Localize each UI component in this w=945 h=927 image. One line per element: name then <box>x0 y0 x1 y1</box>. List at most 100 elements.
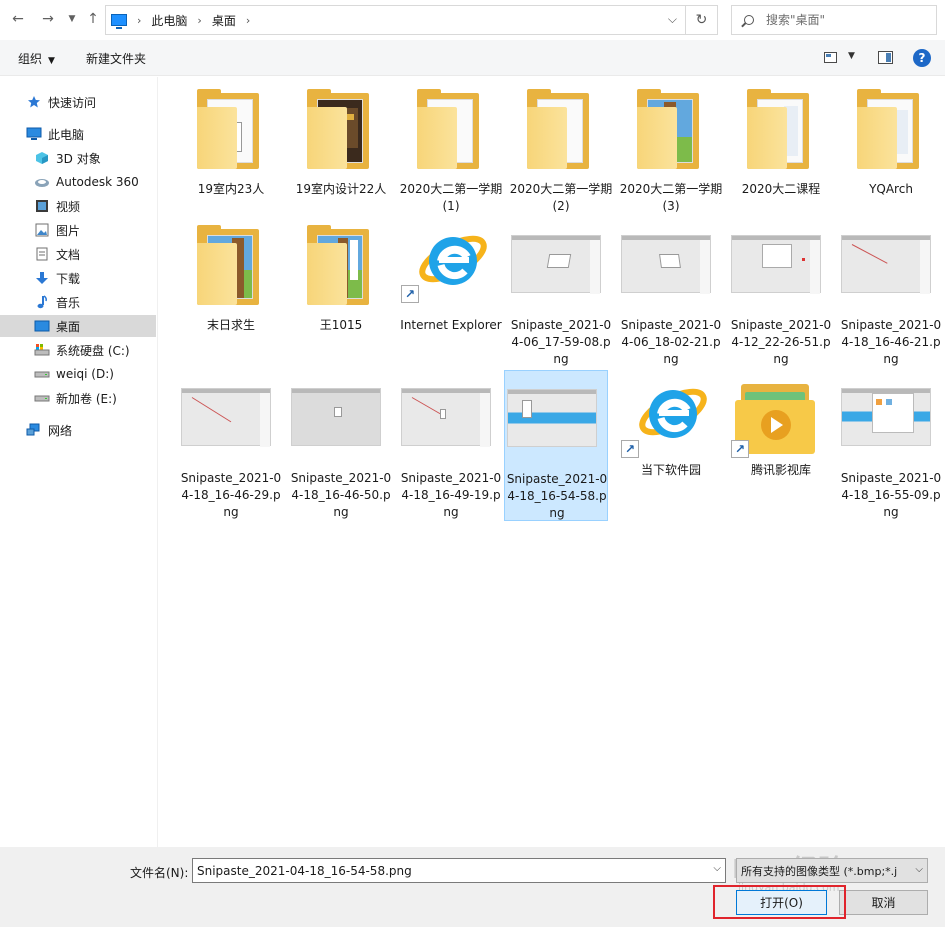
drive-icon <box>34 366 50 382</box>
help-icon[interactable]: ? <box>913 49 931 67</box>
refresh-button[interactable]: ↻ <box>686 5 718 35</box>
file-item[interactable]: 2020大二第一学期 (2) <box>509 81 613 231</box>
drive-icon <box>34 390 50 406</box>
file-item[interactable]: 2020大二第一学期 (1) <box>399 81 503 231</box>
sidebar-item-drive-e[interactable]: 新加卷 (E:) <box>34 387 117 409</box>
breadcrumb-desktop[interactable]: 桌面 <box>212 12 236 29</box>
shortcut-arrow-icon: ↗ <box>621 440 639 458</box>
file-item[interactable]: ↗ 腾讯影视库 <box>729 370 833 520</box>
internet-explorer-icon <box>419 235 487 285</box>
image-thumbnail <box>401 388 491 447</box>
file-item[interactable]: 王1015 <box>289 217 393 367</box>
file-item-selected[interactable]: Snipaste_2021-04-18_16-54-58.png <box>504 370 608 521</box>
file-item[interactable]: ↗ 当下软件园 <box>619 370 723 520</box>
picture-icon <box>34 222 50 238</box>
sidebar-item-this-pc[interactable]: 此电脑 <box>26 123 84 145</box>
file-item[interactable]: 末日求生 <box>179 217 283 367</box>
sidebar-item-drive-d[interactable]: weiqi (D:) <box>34 363 114 385</box>
file-item[interactable]: Snipaste_2021-04-06_17-59-08.png <box>509 217 613 367</box>
file-item[interactable]: 19室内设计22人 <box>289 81 393 231</box>
desktop-icon <box>34 318 50 334</box>
new-folder-button[interactable]: 新建文件夹 <box>86 50 146 67</box>
file-item[interactable]: Snipaste_2021-04-18_16-49-19.png <box>399 370 503 520</box>
file-item[interactable]: Snipaste_2021-04-18_16-55-09.png <box>839 370 943 520</box>
image-thumbnail <box>621 235 711 294</box>
chevron-right-icon[interactable]: › <box>137 14 141 27</box>
computer-icon <box>111 14 127 29</box>
chevron-right-icon[interactable]: › <box>197 14 201 27</box>
organize-button[interactable]: 组织 ▼ <box>18 50 55 67</box>
navigation-pane: 快速访问 此电脑 3D 对象 Autodesk 360 视频 图片 文档 下载 … <box>0 77 158 847</box>
forward-arrow-icon[interactable]: → <box>38 9 58 29</box>
dialog-footer: Bai 经验 jingyan.baidu.com 文件名(N): Snipast… <box>0 847 945 927</box>
internet-explorer-icon <box>639 388 707 438</box>
image-thumbnail <box>731 235 821 294</box>
search-box[interactable] <box>731 5 937 35</box>
sidebar-item-3d-objects[interactable]: 3D 对象 <box>34 147 101 169</box>
sidebar-item-quick-access[interactable]: 快速访问 <box>26 91 96 113</box>
download-icon <box>34 270 50 286</box>
folder-icon <box>637 89 699 169</box>
address-bar[interactable]: › 此电脑 › 桌面 › ⌵ <box>105 5 686 35</box>
image-thumbnail <box>507 389 597 447</box>
filename-label: 文件名(N): <box>130 866 189 880</box>
preview-pane-icon[interactable] <box>878 51 893 64</box>
chevron-down-icon[interactable]: ⌵ <box>713 863 721 874</box>
filetype-select[interactable]: 所有支持的图像类型 (*.bmp;*.j ⌵ <box>736 858 928 883</box>
file-item[interactable]: Snipaste_2021-04-18_16-46-21.png <box>839 217 943 367</box>
sidebar-item-videos[interactable]: 视频 <box>34 195 80 217</box>
annotation-highlight-box <box>713 885 846 919</box>
computer-icon <box>26 126 42 142</box>
recent-locations-chevron-icon[interactable]: ▼ <box>62 9 82 29</box>
file-item[interactable]: Snipaste_2021-04-18_16-46-50.png <box>289 370 393 520</box>
toolbar: 组织 ▼ 新建文件夹 ▼ ? <box>0 40 945 76</box>
folder-icon <box>857 89 919 169</box>
chevron-down-icon[interactable]: ▼ <box>848 51 855 61</box>
sidebar-item-documents[interactable]: 文档 <box>34 243 80 265</box>
sidebar-item-pictures[interactable]: 图片 <box>34 219 80 241</box>
chevron-down-icon[interactable]: ⌵ <box>668 12 677 27</box>
sidebar-item-music[interactable]: 音乐 <box>34 291 80 313</box>
search-icon <box>744 15 754 25</box>
cancel-button[interactable]: 取消 <box>839 890 928 915</box>
image-thumbnail <box>511 235 601 294</box>
sidebar-item-desktop[interactable]: 桌面 <box>0 315 156 337</box>
refresh-icon: ↻ <box>695 12 708 28</box>
cloud-icon <box>34 174 50 190</box>
file-item[interactable]: Snipaste_2021-04-12_22-26-51.png <box>729 217 833 367</box>
view-mode-icon[interactable] <box>824 52 837 63</box>
search-input[interactable] <box>766 13 926 27</box>
file-item[interactable]: 2020大二课程 <box>729 81 833 231</box>
breadcrumb-this-pc[interactable]: 此电脑 <box>151 12 187 29</box>
network-icon <box>26 422 42 438</box>
shortcut-arrow-icon: ↗ <box>401 285 419 303</box>
cube-icon <box>34 150 50 166</box>
sidebar-item-autodesk-360[interactable]: Autodesk 360 <box>34 171 139 193</box>
folder-icon: DAE <box>197 89 259 169</box>
file-item[interactable]: ↗ Internet Explorer <box>399 217 503 367</box>
address-row: ← → ▼ ↑ › 此电脑 › 桌面 › ⌵ ↻ <box>0 0 945 40</box>
folder-icon <box>197 225 259 305</box>
file-item[interactable]: 2020大二第一学期 (3) <box>619 81 723 231</box>
image-thumbnail <box>181 388 271 447</box>
back-arrow-icon[interactable]: ← <box>8 9 28 29</box>
chevron-down-icon: ⌵ <box>915 864 923 875</box>
chevron-down-icon: ▼ <box>48 56 55 66</box>
shortcut-arrow-icon: ↗ <box>731 440 749 458</box>
filename-input[interactable]: Snipaste_2021-04-18_16-54-58.png ⌵ <box>192 858 726 883</box>
file-list: DAE 19室内23人 19室内设计22人 2020大二第一学期 (1) 202… <box>159 77 945 847</box>
file-item[interactable]: DAE 19室内23人 <box>179 81 283 231</box>
chevron-right-icon[interactable]: › <box>246 14 250 27</box>
sidebar-item-network[interactable]: 网络 <box>26 419 72 441</box>
sidebar-item-drive-c[interactable]: 系统硬盘 (C:) <box>34 339 130 361</box>
file-item[interactable]: Snipaste_2021-04-18_16-46-29.png <box>179 370 283 520</box>
folder-icon <box>307 225 369 305</box>
image-thumbnail <box>841 388 931 446</box>
file-item[interactable]: YQArch <box>839 81 943 231</box>
up-arrow-icon[interactable]: ↑ <box>83 9 103 29</box>
sidebar-item-downloads[interactable]: 下载 <box>34 267 80 289</box>
file-item[interactable]: Snipaste_2021-04-06_18-02-21.png <box>619 217 723 367</box>
music-icon <box>34 294 50 310</box>
folder-icon <box>527 89 589 169</box>
folder-icon <box>307 89 369 169</box>
